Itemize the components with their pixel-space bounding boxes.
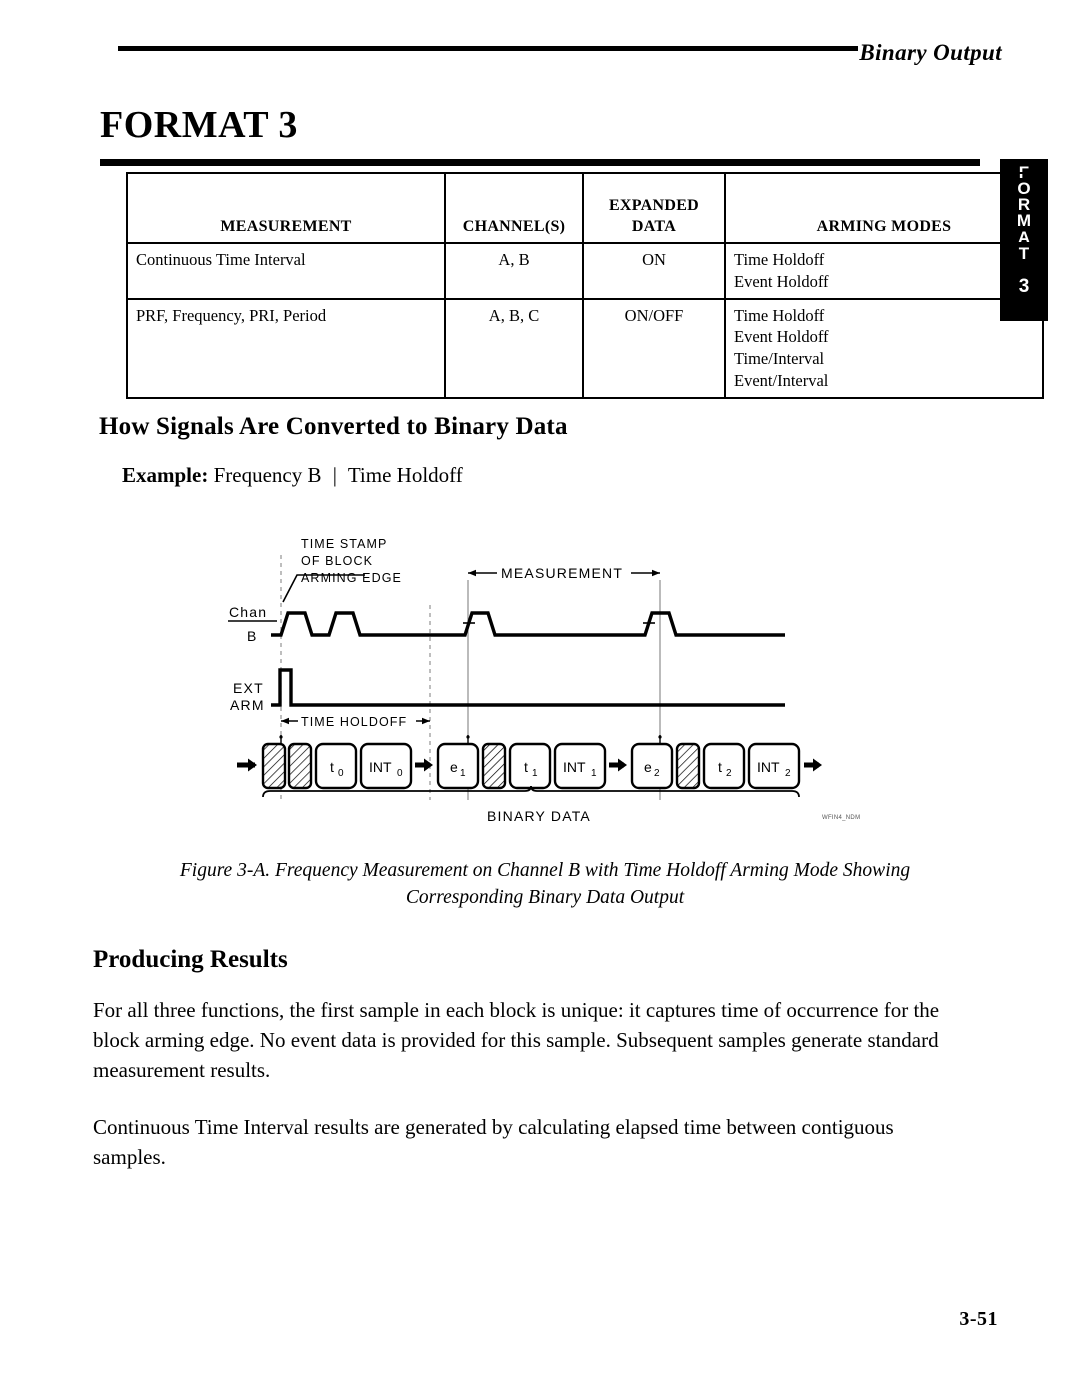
channel-b-waveform <box>271 611 785 637</box>
page-number: 3-51 <box>959 1308 998 1330</box>
binary-block-label: INT <box>369 759 392 775</box>
arming-mode-item: Event/Interval <box>734 370 829 390</box>
binary-block-sub: 2 <box>654 768 660 779</box>
column-header-line1: ARMING MODES <box>816 217 952 235</box>
example-label: Example: <box>122 463 209 487</box>
binary-block-sub: 2 <box>726 768 732 779</box>
ext-arm-line1: EXT <box>233 680 264 696</box>
callout-line-2: OF BLOCK <box>301 554 373 568</box>
binary-block-t0 <box>314 742 358 790</box>
binary-block-label: INT <box>563 759 586 775</box>
header-rule <box>118 46 858 51</box>
binary-block-label: t <box>330 759 334 775</box>
ext-arm-label: EXT ARM <box>230 680 265 713</box>
measurement-dimension: MEASUREMENT <box>468 564 660 582</box>
column-header-channels: CHANNEL(S) <box>444 172 584 244</box>
example-separator: | <box>332 463 337 487</box>
column-header-line1: EXPANDED <box>608 196 700 214</box>
table-row: PRF, Frequency, PRI, Period A, B, C ON/O… <box>126 297 1044 399</box>
binary-block-sub: 1 <box>591 768 597 779</box>
binary-block-e1 <box>436 742 480 790</box>
column-header-measurement: MEASUREMENT <box>126 172 446 244</box>
binary-block-label: e <box>450 759 458 775</box>
cell-arming-modes: Time Holdoff Event Holdoff Time/Interval… <box>724 297 1044 399</box>
page-title: FORMAT 3 <box>100 104 298 146</box>
binary-block-sub: 1 <box>460 768 466 779</box>
channel-label-line2: B <box>247 628 258 644</box>
figure-caption-line-2: Corresponding Binary Data Output <box>405 886 685 908</box>
chain-arrow-trail <box>804 758 822 772</box>
arming-mode-item: Time/Interval <box>734 349 825 369</box>
table-header: MEASUREMENT CHANNEL(S) EXPANDED DATA ARM… <box>126 172 1044 244</box>
column-header-line2: DATA <box>631 217 677 235</box>
binary-block-label: t <box>524 759 528 775</box>
binary-block-sub: 0 <box>397 768 403 779</box>
binary-data-brace: BINARY DATA <box>262 785 800 824</box>
table-header-row: MEASUREMENT CHANNEL(S) EXPANDED DATA ARM… <box>126 172 1044 244</box>
arming-mode-item: Event Holdoff <box>734 327 829 347</box>
time-holdoff-dimension: TIME HOLDOFF <box>281 712 430 730</box>
running-head-title: Binary Output <box>859 40 1002 65</box>
column-header-expanded-data: EXPANDED DATA <box>582 172 726 244</box>
binary-block-hatched <box>675 742 701 790</box>
binary-block-sub: 1 <box>532 768 538 779</box>
table-row: Continuous Time Interval A, B ON Time Ho… <box>126 242 1044 300</box>
binary-block-e2 <box>630 742 674 790</box>
binary-data-block-chain: t 0 INT 0 e 1 t 1 INT 1 e 2 t 2 INT 2 <box>237 742 822 790</box>
example-line: Example: Frequency B | Time Holdoff <box>122 463 463 488</box>
binary-block-label: e <box>644 759 652 775</box>
column-header-arming-modes: ARMING MODES <box>724 172 1044 244</box>
binary-block-t2 <box>702 742 746 790</box>
format-3-spec-table: MEASUREMENT CHANNEL(S) EXPANDED DATA ARM… <box>126 172 1044 399</box>
arming-mode-item: Event Holdoff <box>734 271 829 291</box>
ext-arm-waveform <box>271 668 785 707</box>
body-paragraph-2: Continuous Time Interval results are gen… <box>93 1115 894 1169</box>
callout-line-3: ARMING EDGE <box>301 571 402 585</box>
binary-block-sub: 2 <box>785 768 791 779</box>
binary-block-sub: 0 <box>338 768 344 779</box>
title-underline-rule <box>100 159 980 166</box>
binary-block-t1 <box>508 742 552 790</box>
figure-caption-line-1: Figure 3-A. Frequency Measurement on Cha… <box>179 860 911 881</box>
cell-measurement: Continuous Time Interval <box>126 242 446 300</box>
binary-data-label: BINARY DATA <box>487 808 591 824</box>
channel-label-line1: Chan <box>229 604 267 620</box>
section-heading-how-signals: How Signals Are Converted to Binary Data <box>99 413 568 440</box>
figure-3-a-diagram: TIME STAMP OF BLOCK ARMING EDGE MEASUREM… <box>225 525 905 840</box>
measurement-dimension-label: MEASUREMENT <box>501 565 623 581</box>
callout-line-1: TIME STAMP <box>301 537 387 551</box>
arming-mode-item: Time Holdoff <box>734 250 825 269</box>
binary-block-hatched <box>261 742 287 790</box>
cell-measurement: PRF, Frequency, PRI, Period <box>126 297 446 399</box>
channel-b-label: Chan B <box>228 604 277 644</box>
body-paragraph-1: For all three functions, the first sampl… <box>93 998 940 1082</box>
figure-artifact-label: WFIN4_NDM <box>822 815 860 821</box>
time-stamp-callout: TIME STAMP OF BLOCK ARMING EDGE <box>282 537 402 603</box>
column-header-line1: CHANNEL(S) <box>462 217 566 235</box>
binary-block-hatched <box>481 742 507 790</box>
cell-arming-modes: Time Holdoff Event Holdoff <box>724 242 1044 300</box>
cell-channels: A, B <box>444 242 584 300</box>
cell-expanded-data: ON <box>582 242 726 300</box>
column-header-line1: MEASUREMENT <box>220 217 352 235</box>
time-holdoff-label: TIME HOLDOFF <box>301 715 407 729</box>
section-heading-producing-results: Producing Results <box>93 946 288 973</box>
chain-arrow-2 <box>609 758 627 772</box>
figure-caption: Figure 3-A. Frequency Measurement on Cha… <box>120 858 970 912</box>
binary-block-label: INT <box>757 759 780 775</box>
arming-mode-item: Time Holdoff <box>734 305 825 325</box>
ext-arm-line2: ARM <box>230 697 265 713</box>
table-body: Continuous Time Interval A, B ON Time Ho… <box>126 242 1044 399</box>
example-value-left: Frequency B <box>213 463 322 487</box>
cell-expanded-data: ON/OFF <box>582 297 726 399</box>
example-value-right: Time Holdoff <box>347 463 463 487</box>
cell-channels: A, B, C <box>444 297 584 399</box>
binary-block-label: t <box>718 759 722 775</box>
chain-arrow-lead <box>237 758 257 772</box>
waveform-svg: TIME STAMP OF BLOCK ARMING EDGE MEASUREM… <box>228 537 860 824</box>
binary-block-hatched <box>287 742 313 790</box>
